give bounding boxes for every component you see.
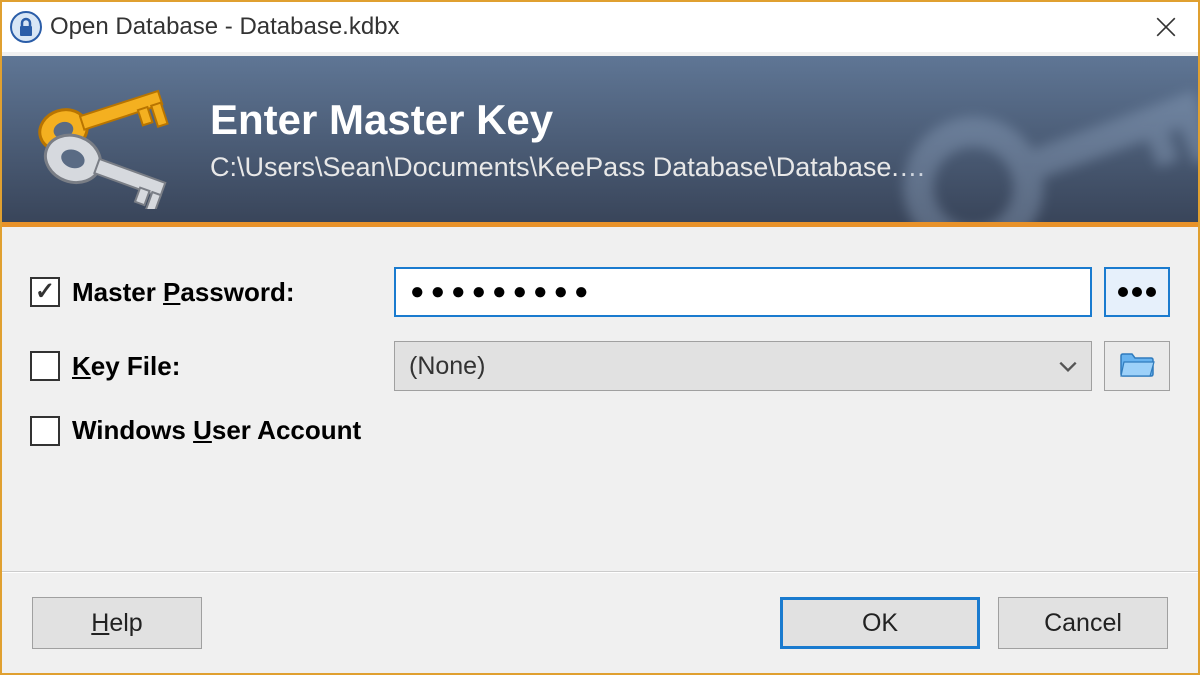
banner-path: C:\Users\Sean\Documents\KeePass Database… <box>210 152 926 183</box>
key-file-selected-value: (None) <box>409 352 485 381</box>
folder-icon <box>1119 350 1155 383</box>
lock-icon <box>10 11 42 43</box>
master-password-row: Master Password: <box>30 267 1170 317</box>
key-file-checkbox[interactable] <box>30 351 60 381</box>
key-file-select[interactable]: (None) <box>394 341 1092 391</box>
windows-account-row: Windows User Account <box>30 415 1170 446</box>
footer: Help OK Cancel <box>2 573 1198 673</box>
master-password-input[interactable] <box>394 267 1092 317</box>
ok-button[interactable]: OK <box>780 597 980 649</box>
banner-key-bg-icon <box>878 66 1198 227</box>
windows-account-label: Windows User Account <box>72 415 361 446</box>
key-icon <box>27 69 182 209</box>
master-password-label: Master Password: <box>72 277 382 308</box>
banner: Enter Master Key C:\Users\Sean\Documents… <box>2 52 1198 227</box>
cancel-button[interactable]: Cancel <box>998 597 1168 649</box>
dots-icon <box>1118 287 1156 297</box>
close-button[interactable] <box>1142 3 1190 51</box>
key-file-row: Key File: (None) <box>30 341 1170 391</box>
master-password-checkbox[interactable] <box>30 277 60 307</box>
titlebar-text: Open Database - Database.kdbx <box>50 13 1142 41</box>
titlebar: Open Database - Database.kdbx <box>2 2 1198 52</box>
dialog-window: Open Database - Database.kdbx <box>0 0 1200 675</box>
chevron-down-icon <box>1059 356 1077 377</box>
banner-text: Enter Master Key C:\Users\Sean\Documents… <box>210 96 926 183</box>
windows-account-checkbox[interactable] <box>30 416 60 446</box>
toggle-password-visibility-button[interactable] <box>1104 267 1170 317</box>
help-button[interactable]: Help <box>32 597 202 649</box>
key-file-label: Key File: <box>72 351 382 382</box>
form-area: Master Password: Key File: (None) <box>2 227 1198 571</box>
banner-title: Enter Master Key <box>210 96 926 144</box>
browse-key-file-button[interactable] <box>1104 341 1170 391</box>
